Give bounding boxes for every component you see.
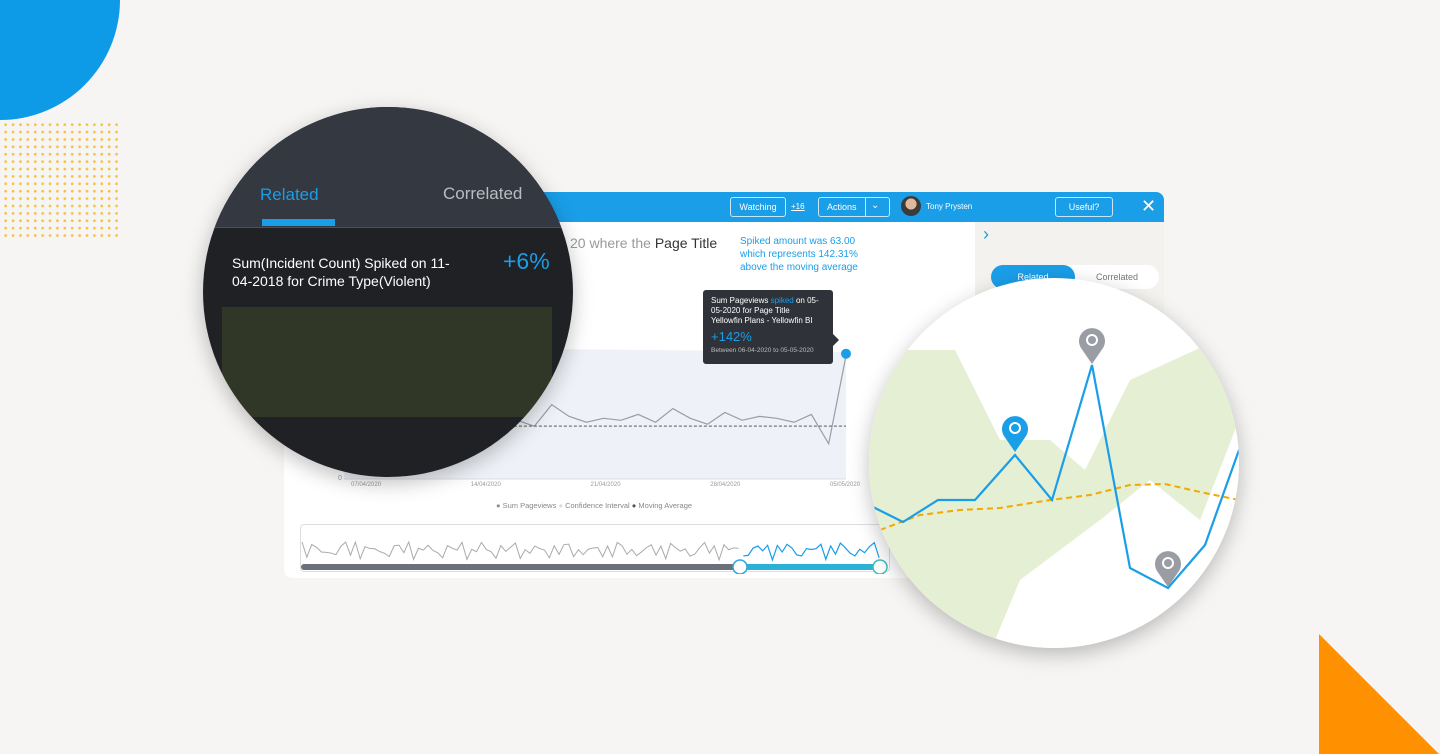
spike-tooltip: Sum Pageviews spiked on 05- 05-2020 for … [703, 290, 839, 364]
spike-pin-icon [1155, 551, 1181, 587]
chart-magnifier [869, 278, 1239, 648]
tooltip-percent: +142% [711, 329, 752, 344]
insight-magnifier: Related Correlated Sum(Incident Count) S… [203, 107, 573, 477]
spike-pin-icon [1079, 328, 1105, 364]
tooltip-line: Yellowfin Plans - Yellowfin BI [711, 316, 813, 325]
legend-dot-icon: ● [631, 501, 637, 510]
navigator-selected-line [743, 541, 880, 562]
legend-item: Moving Average [638, 501, 693, 510]
decor-orange-triangle [1319, 634, 1439, 754]
chevron-right-icon[interactable]: › [983, 224, 989, 245]
spike-pin-icon [841, 348, 851, 359]
navigator-track [301, 564, 741, 570]
decor-blue-circle [0, 0, 120, 120]
tab-correlated[interactable]: Correlated [443, 184, 522, 204]
x-tick: 05/05/2020 [830, 482, 861, 488]
insight-percent: +6% [503, 248, 550, 274]
legend-item: Confidence Interval [565, 501, 630, 510]
x-tick: 21/04/2020 [590, 482, 621, 488]
confidence-interval-area [869, 330, 1239, 640]
tooltip-line: Sum Pageviews spiked on 05- [711, 296, 819, 305]
y-tick: 0 [338, 475, 342, 482]
tooltip-range: Between 06-04-2020 to 05-05-2020 [711, 347, 814, 354]
range-navigator-chart [301, 540, 888, 574]
navigator-selection [740, 564, 880, 570]
legend-dot-icon: ● [495, 501, 501, 510]
useful-button[interactable]: Useful? [1055, 197, 1113, 217]
tab-related[interactable]: Related [260, 185, 319, 205]
insight-tabs: Related Correlated [203, 107, 573, 228]
sparkline-area [222, 307, 552, 417]
tooltip-line: 05-2020 for Page Title [711, 306, 790, 315]
range-handle-left [732, 559, 748, 574]
legend-dot-icon: ● [558, 501, 563, 510]
decor-dot-grid [2, 121, 118, 239]
insight-text: Sum(Incident Count) Spiked on 11-04-2018… [232, 255, 450, 289]
close-icon[interactable]: ✕ [1141, 196, 1156, 216]
navigator-line [301, 540, 739, 562]
chart-legend: ● Sum Pageviews ● Confidence Interval ● … [484, 501, 704, 510]
range-handle-right [872, 559, 888, 574]
insight-sparkline [222, 307, 552, 417]
zoomed-chart [869, 328, 1239, 640]
x-tick: 14/04/2020 [470, 482, 501, 488]
x-tick: 07/04/2020 [351, 482, 382, 488]
legend-item: Sum Pageviews [502, 501, 557, 510]
x-tick: 28/04/2020 [710, 482, 741, 488]
active-tab-indicator [262, 219, 335, 226]
